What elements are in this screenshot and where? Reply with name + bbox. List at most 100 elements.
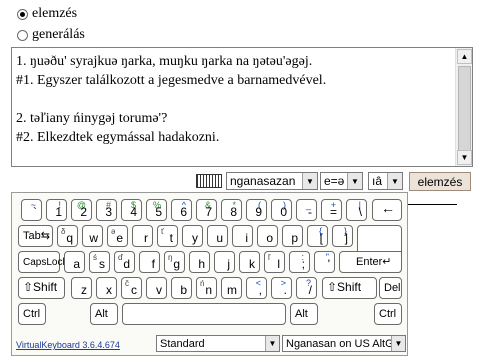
key-ctrl-right[interactable]: Ctrl — [374, 303, 402, 325]
key-label: Tab⇆ — [23, 230, 50, 242]
chevron-down-icon: ▼ — [302, 173, 317, 189]
radio-elemzes-indicator[interactable] — [17, 8, 28, 20]
key-shift-right[interactable]: ⇧Shift — [322, 277, 377, 299]
key-v[interactable]: v — [146, 277, 167, 299]
key-label: CapsLock — [23, 257, 68, 268]
key-tab[interactable]: Tab⇆ — [18, 225, 53, 247]
key-del[interactable]: Del — [379, 277, 402, 299]
keyboard-language-select-value: Nganasan on US AltG — [286, 337, 394, 350]
key-t[interactable]: ťt — [157, 225, 178, 247]
key-4[interactable]: $4 — [121, 199, 142, 221]
key-y[interactable]: y — [182, 225, 203, 247]
key-8[interactable]: * 8 — [221, 199, 242, 221]
key-q[interactable]: δq — [57, 225, 78, 247]
radio-generalas[interactable]: generálás — [17, 26, 85, 44]
key-0[interactable]: ) 0 — [271, 199, 292, 221]
keyboard-language-select[interactable]: Nganasan on US AltG ▼ — [282, 335, 406, 352]
mapping-select[interactable]: e=ə ▼ — [320, 172, 363, 190]
language-select-value: nganasazan — [230, 174, 296, 188]
key-label: x — [106, 283, 112, 297]
key-semicolon[interactable]: :; — [289, 251, 310, 273]
key-label: ⇧Shift — [23, 280, 58, 294]
layout-select[interactable]: Standard ▼ — [156, 335, 280, 352]
key-sub-label: ľ — [268, 253, 271, 262]
key-alt-left[interactable]: Alt — [90, 303, 118, 325]
key-h[interactable]: h — [189, 251, 210, 273]
key-label: / — [308, 283, 312, 297]
key-backslash[interactable]: | \ — [346, 199, 367, 221]
key-z[interactable]: z — [71, 277, 92, 299]
key-k[interactable]: k — [239, 251, 260, 273]
key-comma[interactable]: <, — [246, 277, 267, 299]
key-label: Ctrl — [379, 308, 397, 320]
scroll-thumb[interactable] — [458, 66, 471, 156]
key-sub-label: č — [125, 279, 129, 288]
key-x[interactable]: x — [96, 277, 117, 299]
text-area-scrollbar[interactable]: ▲ ▼ — [455, 48, 472, 166]
radio-generalas-indicator[interactable] — [17, 29, 28, 41]
key-minus[interactable]: _ - — [296, 199, 317, 221]
key-rbracket[interactable]: }] — [332, 225, 353, 247]
key-m[interactable]: m — [221, 277, 242, 299]
key-capslock[interactable]: CapsLock — [18, 251, 67, 273]
key-2[interactable]: @2 — [71, 199, 92, 221]
key-quote[interactable]: " ' — [314, 251, 335, 273]
scroll-down-icon[interactable]: ▼ — [457, 150, 472, 165]
key-shift-left[interactable]: ⇧Shift — [18, 277, 65, 299]
key-enter[interactable]: Enter↵ — [339, 251, 402, 273]
key-5[interactable]: % 5 — [146, 199, 167, 221]
key-label: 2 — [80, 205, 87, 219]
key-6[interactable]: ^ 6 — [171, 199, 192, 221]
key-backspace[interactable]: ← — [372, 199, 402, 221]
key-lbracket[interactable]: {[ — [307, 225, 328, 247]
key-label: 7 — [205, 205, 212, 219]
key-label: - — [308, 205, 312, 219]
key-space[interactable] — [122, 303, 286, 325]
key-1[interactable]: ! 1 — [46, 199, 67, 221]
key-label: h — [198, 257, 205, 271]
key-p[interactable]: p — [282, 225, 303, 247]
symbol-select-value: ıâ — [372, 174, 383, 188]
keyboard-icon[interactable] — [196, 174, 222, 188]
scroll-up-icon[interactable]: ▲ — [457, 49, 472, 64]
key-a[interactable]: a — [64, 251, 85, 273]
key-9[interactable]: (9 — [246, 199, 267, 221]
radio-elemzes[interactable]: elemzés — [17, 5, 77, 23]
key-o[interactable]: o — [257, 225, 278, 247]
key-alt-right[interactable]: Alt — [290, 303, 318, 325]
symbol-select[interactable]: ıâ ▼ — [368, 172, 403, 190]
version-link[interactable]: VirtualKeyboard 3.6.4.674 — [16, 340, 120, 350]
key-i[interactable]: i — [232, 225, 253, 247]
key-backtick[interactable]: ~ ` — [21, 199, 42, 221]
key-label: [ — [319, 231, 323, 245]
analyze-button[interactable]: elemzés — [409, 172, 471, 191]
key-g[interactable]: ŋg — [164, 251, 185, 273]
key-l[interactable]: ľl — [264, 251, 285, 273]
key-7[interactable]: & 7 — [196, 199, 217, 221]
key-3[interactable]: #3 — [96, 199, 117, 221]
key-b[interactable]: b — [171, 277, 192, 299]
key-label: s — [99, 257, 105, 271]
key-slash[interactable]: ? / — [296, 277, 317, 299]
key-equals[interactable]: + = — [321, 199, 342, 221]
key-d[interactable]: ďd — [114, 251, 135, 273]
text-line — [16, 90, 452, 109]
chevron-down-icon: ▼ — [265, 336, 279, 351]
language-select[interactable]: nganasazan ▼ — [226, 172, 318, 190]
key-ctrl-left[interactable]: Ctrl — [18, 303, 46, 325]
key-label: m — [227, 283, 237, 297]
key-w[interactable]: w — [82, 225, 103, 247]
key-c[interactable]: čc — [121, 277, 142, 299]
text-area[interactable]: 1. ŋuəðu' syrajkuə ŋarka, muŋku ŋarka na… — [11, 47, 473, 167]
key-e[interactable]: əe — [107, 225, 128, 247]
key-f[interactable]: f — [139, 251, 160, 273]
key-s[interactable]: śs — [89, 251, 110, 273]
key-period[interactable]: >. — [271, 277, 292, 299]
key-j[interactable]: j — [214, 251, 235, 273]
key-label: , — [258, 283, 262, 297]
key-n[interactable]: ńn — [196, 277, 217, 299]
key-label: p — [291, 231, 298, 245]
key-label: ; — [301, 257, 305, 271]
key-r[interactable]: r — [132, 225, 153, 247]
key-u[interactable]: u — [207, 225, 228, 247]
